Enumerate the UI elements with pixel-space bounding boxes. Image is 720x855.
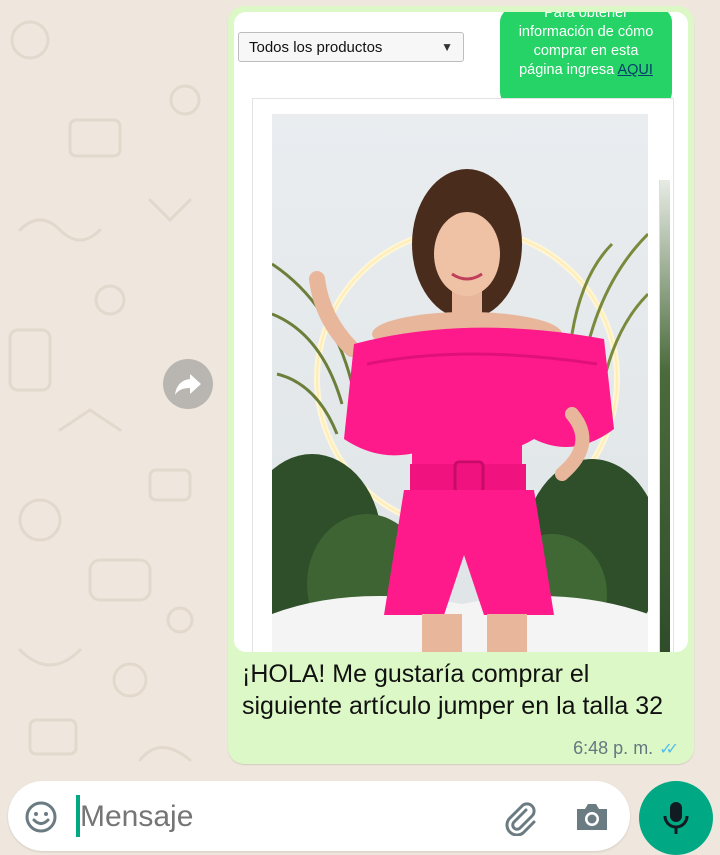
product-filter-value: Todos los productos: [249, 38, 383, 56]
product-photo[interactable]: [272, 114, 648, 652]
camera-icon[interactable]: [573, 800, 611, 834]
double-check-icon: ✓✓: [659, 740, 679, 758]
message-input[interactable]: [78, 795, 482, 839]
chevron-down-icon: ▼: [441, 40, 453, 54]
message-composer[interactable]: [8, 781, 630, 851]
product-filter-select[interactable]: Todos los productos ▼: [238, 32, 464, 62]
outgoing-message-bubble[interactable]: Todos los productos ▼ Para obtener infor…: [228, 6, 694, 764]
microphone-icon: [663, 802, 689, 834]
how-to-buy-info-box: Para obtener información de cómo comprar…: [500, 12, 672, 106]
info-line-1: Para obtener: [544, 12, 628, 21]
paperclip-icon[interactable]: [502, 800, 538, 836]
next-product-card-edge[interactable]: [659, 180, 670, 652]
emoji-icon[interactable]: [24, 800, 58, 834]
info-line-2: información de cómo: [518, 24, 654, 40]
link-preview[interactable]: Todos los productos ▼ Para obtener infor…: [234, 12, 688, 652]
forward-button[interactable]: [163, 359, 213, 409]
info-line-4: página ingresa AQUI: [519, 62, 653, 78]
voice-message-button[interactable]: [639, 781, 713, 855]
info-line-3: comprar en esta: [533, 43, 639, 59]
message-time: 6:48 p. m.: [573, 738, 654, 758]
forward-arrow-icon: [175, 374, 201, 395]
message-meta: 6:48 p. m. ✓✓: [573, 738, 679, 759]
message-text: ¡HOLA! Me gustaría comprar el siguiente …: [242, 660, 664, 720]
aqui-link[interactable]: AQUI: [617, 62, 652, 78]
